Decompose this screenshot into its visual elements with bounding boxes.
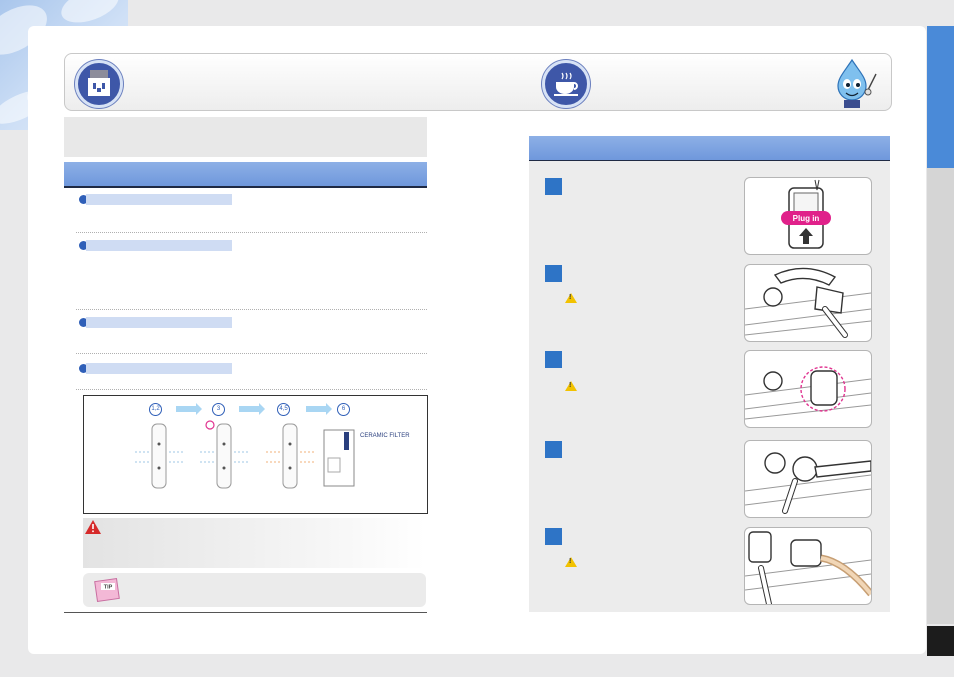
filter-unit-icon — [75, 60, 123, 108]
bottom-rule — [64, 612, 427, 613]
caution-icon — [565, 381, 577, 391]
step-row-1 — [76, 192, 427, 233]
filter-cartridge-icon — [200, 420, 248, 489]
step-marker-3 — [545, 351, 562, 368]
tip-box: TIP — [83, 573, 426, 607]
step-marker-4 — [545, 441, 562, 458]
step-photo-plug: Plug in — [744, 177, 872, 255]
warning-triangle-icon — [85, 520, 101, 534]
step-heading — [86, 194, 232, 205]
arrow-right-icon — [306, 403, 332, 415]
step-heading — [86, 317, 232, 328]
water-drop-mascot — [837, 58, 877, 108]
arrow-right-icon — [239, 403, 265, 415]
step-row-3 — [76, 316, 427, 354]
step-number-badge: 1,2 — [149, 403, 162, 416]
step-marker-1 — [545, 178, 562, 195]
coffee-cup-icon — [542, 60, 590, 108]
ceramic-filter-label: CERAMIC FILTER — [360, 433, 410, 439]
caution-icon — [565, 557, 577, 567]
filter-cartridge-icon — [266, 423, 314, 489]
step-photo-hose — [744, 527, 872, 605]
caution-icon — [565, 293, 577, 303]
chapter-tab-active[interactable] — [927, 26, 954, 168]
step-photo-fitting — [744, 350, 872, 428]
left-section-bar — [64, 162, 427, 188]
page-header — [64, 53, 892, 111]
step-heading — [86, 240, 232, 251]
tip-note-icon: TIP — [94, 578, 120, 602]
warning-box — [83, 518, 426, 568]
plug-in-label: Plug in — [793, 214, 820, 223]
intro-note-box — [64, 117, 427, 157]
step-photo-wrench — [744, 264, 872, 342]
right-section-bar — [529, 136, 890, 162]
chapter-tab[interactable] — [927, 168, 954, 624]
page-number-tab — [927, 626, 954, 656]
step-marker-2 — [545, 265, 562, 282]
step-row-2 — [76, 239, 427, 310]
filter-cartridge-icon — [135, 423, 183, 489]
step-number-badge: 3 — [212, 403, 225, 416]
step-number-badge: 6 — [337, 403, 350, 416]
step-row-4 — [76, 362, 427, 390]
step-heading — [86, 363, 232, 374]
step-photo-tighten — [744, 440, 872, 518]
step-number-badge: 4,5 — [277, 403, 290, 416]
step-marker-5 — [545, 528, 562, 545]
arrow-right-icon — [176, 403, 202, 415]
tip-label: TIP — [104, 585, 113, 591]
purifier-unit-icon — [323, 429, 355, 487]
filter-sequence-diagram: 1,2 3 4,5 6 CERAMIC FILTER — [83, 395, 428, 514]
